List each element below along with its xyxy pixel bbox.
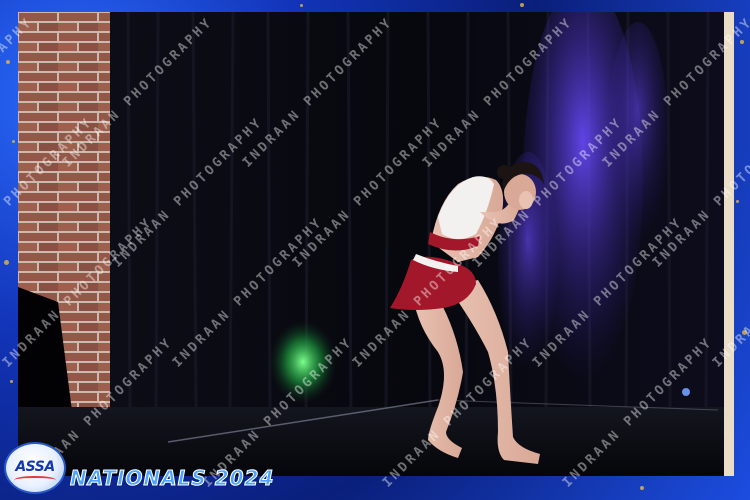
event-title: NATIONALS 2024: [69, 466, 275, 491]
stage-scene: [18, 12, 734, 476]
green-stage-light: [269, 320, 337, 404]
wall-pillar: [724, 12, 734, 476]
logo-text: ASSA: [15, 459, 55, 475]
dance-photo: [18, 12, 734, 476]
assa-logo: ASSA: [4, 442, 66, 494]
